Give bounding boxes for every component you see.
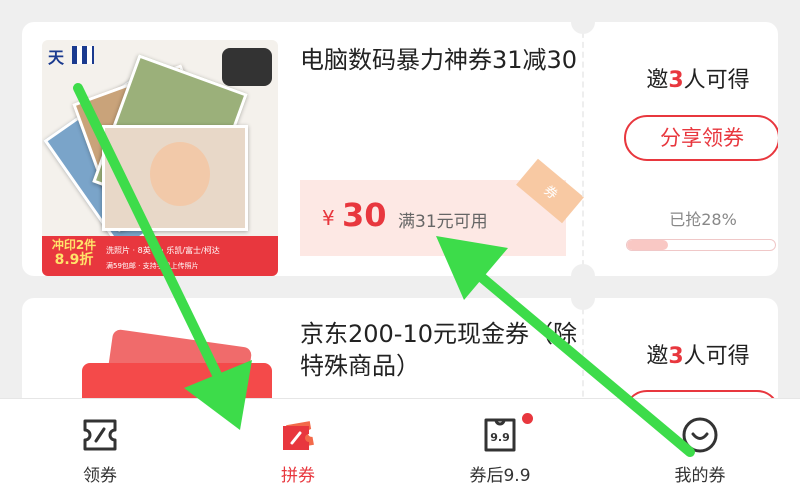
invite-text: 邀3人可得 [646,68,750,93]
smiley-face-icon [682,417,718,453]
ticket-notch [571,298,595,310]
price-9-9-icon: 9.9 [484,418,516,452]
coupon-amount: 30 [342,196,387,234]
brand-logo-mark [72,46,94,64]
coupon-ticket-icon [83,419,117,451]
share-claim-button[interactable]: 分享领券 [624,115,778,161]
ticket-divider [582,22,584,276]
nav-item-my-coupons[interactable]: 我的券 [630,399,770,499]
coupon-title[interactable]: 电脑数码暴力神券31减30 [300,44,582,76]
coupon-card-1[interactable]: 天 冲印2件 8.9折 洗照片 · 8英寸 · 乐凯/富士/柯达 满59包邮 ·… [22,22,778,276]
bottom-nav: 领券 拼券 9.9 券后9.9 我的券 [0,398,800,499]
baby-photo [150,142,210,206]
product-image[interactable]: 天 冲印2件 8.9折 洗照片 · 8英寸 · 乐凯/富士/柯达 满59包邮 ·… [42,40,278,276]
promo-line-2: 满59包邮 · 支持手机上传照片 [106,262,199,270]
invite-text: 邀3人可得 [646,344,750,369]
brand-logo: 天 [48,48,65,67]
coupon-value-box: ¥ 30 满31元可用 券 [300,158,584,256]
notification-badge [522,413,533,424]
coupon-title[interactable]: 京东200-10元现金券（除特殊商品） [300,318,582,382]
group-coupon-icon [283,421,314,450]
claim-progress-bar [626,239,776,251]
promo-discount: 冲印2件 8.9折 [51,238,97,268]
nav-label: 券后9.9 [469,466,531,486]
nav-label: 我的券 [674,466,726,486]
nav-item-group-coupons[interactable]: 拼券 [228,399,368,499]
ticket-notch [571,22,595,34]
svg-text:9.9: 9.9 [490,431,510,444]
promo-line-1: 洗照片 · 8英寸 · 乐凯/富士/柯达 [106,246,220,255]
nav-item-after-coupon-9-9[interactable]: 9.9 券后9.9 [430,399,570,499]
coupon-condition: 满31元可用 [398,212,488,232]
nav-item-coupons[interactable]: 领券 [30,399,170,499]
claimed-percent: 已抢28% [669,210,737,229]
nav-label: 拼券 [281,466,315,486]
camera-icon [222,48,272,86]
claim-progress-fill [627,240,669,250]
nav-label: 领券 [83,466,117,486]
currency-symbol: ¥ [322,206,335,230]
promo-banner: 冲印2件 8.9折 洗照片 · 8英寸 · 乐凯/富士/柯达 满59包邮 · 支… [42,236,278,276]
ticket-notch [571,264,595,276]
